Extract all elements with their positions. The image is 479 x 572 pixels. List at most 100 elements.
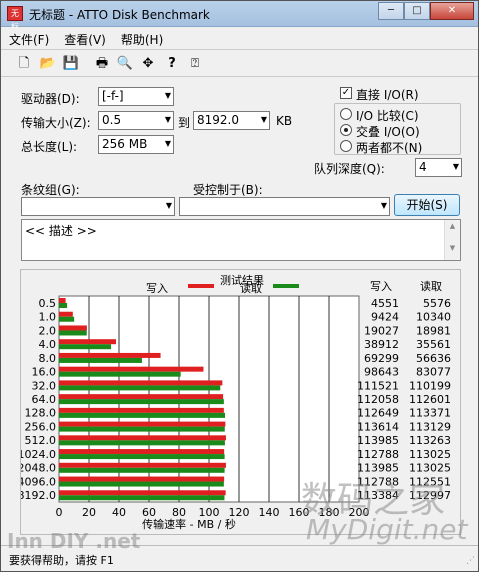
table-cell-read: 113371 (409, 407, 451, 420)
help-icon[interactable]: ? (163, 55, 181, 73)
menu-file[interactable]: 文件(F) (1, 28, 56, 48)
category-label: 64.0 (32, 393, 57, 406)
description-text: << 描述 >> (25, 224, 97, 238)
write-bar (59, 394, 224, 400)
chevron-down-icon: ▼ (164, 139, 171, 148)
legend-read-swatch (273, 284, 299, 288)
description-scrollbar[interactable]: ▲ ▼ (444, 220, 460, 260)
transfer-from-value: 0.5 (102, 113, 122, 127)
table-cell-read: 5576 (423, 297, 451, 310)
radio-neither-label: 两者都不(N) (356, 141, 423, 155)
window-controls: ─ □ ✕ (378, 2, 474, 21)
table-cell-read: 113263 (409, 434, 451, 447)
watermark-corner: Inn DIY .net (7, 529, 141, 553)
read-bar (59, 357, 142, 363)
chevron-down-icon: ▼ (380, 201, 387, 210)
menu-view[interactable]: 查看(V) (56, 28, 113, 48)
category-label: 2048.0 (21, 462, 56, 475)
stripe-group-label: 条纹组(G): (21, 183, 80, 197)
read-bar (59, 385, 221, 391)
transfer-to-label: 到 (178, 116, 191, 130)
read-bar (59, 344, 112, 350)
start-button[interactable]: 开始(S) (394, 194, 460, 216)
total-length-value: 256 MB (102, 137, 148, 151)
total-length-select[interactable]: 256 MB ▼ (98, 135, 174, 154)
write-bar (59, 352, 161, 358)
write-bar (59, 325, 87, 331)
category-labels: 0.51.02.04.08.016.032.064.0128.0256.0512… (21, 297, 56, 502)
close-button[interactable]: ✕ (430, 2, 474, 20)
queue-depth-label: 队列深度(Q): (314, 162, 385, 176)
menu-help[interactable]: 帮助(H) (113, 28, 170, 48)
maximize-button[interactable]: □ (404, 2, 430, 20)
window-title: 无标题 - ATTO Disk Benchmark (29, 8, 210, 22)
legend-read-label: 读取 (240, 281, 262, 295)
table-header-read: 读取 (420, 279, 442, 293)
new-document-icon[interactable]: 🗋 (15, 55, 33, 73)
read-bar (59, 412, 226, 418)
category-label: 32.0 (32, 379, 57, 392)
drive-label: 驱动器(D): (21, 92, 80, 106)
scroll-up-icon[interactable]: ▲ (445, 222, 460, 230)
save-icon[interactable]: 💾 (62, 55, 80, 73)
transfer-from-select[interactable]: 0.5 ▼ (98, 111, 174, 130)
read-bar (59, 371, 181, 377)
category-label: 256.0 (25, 420, 57, 433)
radio-io-compare[interactable] (340, 108, 352, 120)
table-cell-write: 113614 (357, 420, 399, 433)
x-tick-label: 20 (82, 506, 96, 519)
chevron-down-icon: ▼ (164, 91, 171, 100)
table-cell-write: 69299 (364, 352, 399, 365)
radio-neither[interactable] (340, 140, 352, 152)
context-help-icon[interactable]: ⍰ (186, 55, 204, 73)
write-bar (59, 311, 73, 317)
scroll-down-icon[interactable]: ▼ (445, 244, 460, 252)
write-bar (59, 449, 225, 455)
category-label: 512.0 (25, 434, 57, 447)
table-header-write: 写入 (370, 280, 392, 293)
description-box[interactable]: << 描述 >> ▲ ▼ (21, 219, 461, 261)
category-label: 0.5 (39, 297, 57, 310)
category-label: 16.0 (32, 366, 57, 379)
read-bar (59, 481, 224, 487)
table-cell-read: 10340 (416, 311, 451, 324)
title-bar[interactable]: 无标 无标题 - ATTO Disk Benchmark ─ □ ✕ (1, 1, 478, 31)
write-bar (59, 298, 66, 303)
table-cell-read: 35561 (416, 338, 451, 351)
move-icon[interactable]: ✥ (139, 55, 157, 73)
table-cell-write: 112058 (357, 393, 399, 406)
read-bar (59, 454, 225, 460)
table-cell-write: 98643 (364, 366, 399, 379)
radio-overlapped-io[interactable] (340, 124, 352, 136)
toolbar: 🗋 📂 💾 🖶 🔍 ✥ ? ⍰ (1, 49, 478, 77)
x-tick-label: 0 (56, 506, 63, 519)
print-preview-icon[interactable]: 🔍 (116, 55, 134, 73)
resize-grip-icon[interactable]: ⋰ (466, 556, 475, 566)
controlled-by-label: 受控制于(B): (193, 183, 263, 197)
read-bar (59, 440, 225, 446)
table-cell-write: 4551 (371, 297, 399, 310)
queue-depth-select[interactable]: 4 ▼ (415, 158, 462, 177)
minimize-button[interactable]: ─ (378, 2, 404, 20)
write-bar (59, 366, 204, 372)
controlled-by-select[interactable]: ▼ (179, 197, 390, 216)
print-icon[interactable]: 🖶 (93, 55, 111, 73)
write-bar (59, 462, 226, 468)
legend-write-swatch (188, 284, 214, 288)
x-tick-label: 40 (112, 506, 126, 519)
drive-value: [-f-] (102, 89, 124, 103)
write-bar (59, 490, 226, 496)
table-cell-write: 38912 (364, 338, 399, 351)
transfer-unit: KB (276, 114, 293, 128)
transfer-to-select[interactable]: 8192.0 ▼ (193, 111, 270, 130)
stripe-group-select[interactable]: ▼ (21, 197, 175, 216)
app-window: 无标 无标题 - ATTO Disk Benchmark ─ □ ✕ 文件(F)… (0, 0, 479, 572)
open-folder-icon[interactable]: 📂 (39, 55, 57, 73)
app-icon[interactable]: 无标 (7, 6, 23, 31)
direct-io-checkbox[interactable]: ✓ (340, 87, 352, 99)
drive-select[interactable]: [-f-] ▼ (98, 87, 174, 106)
table-cell-read: 18981 (416, 324, 451, 337)
table-cell-write: 112649 (357, 407, 399, 420)
table-cell-read: 56636 (416, 352, 451, 365)
chevron-down-icon: ▼ (164, 115, 171, 124)
